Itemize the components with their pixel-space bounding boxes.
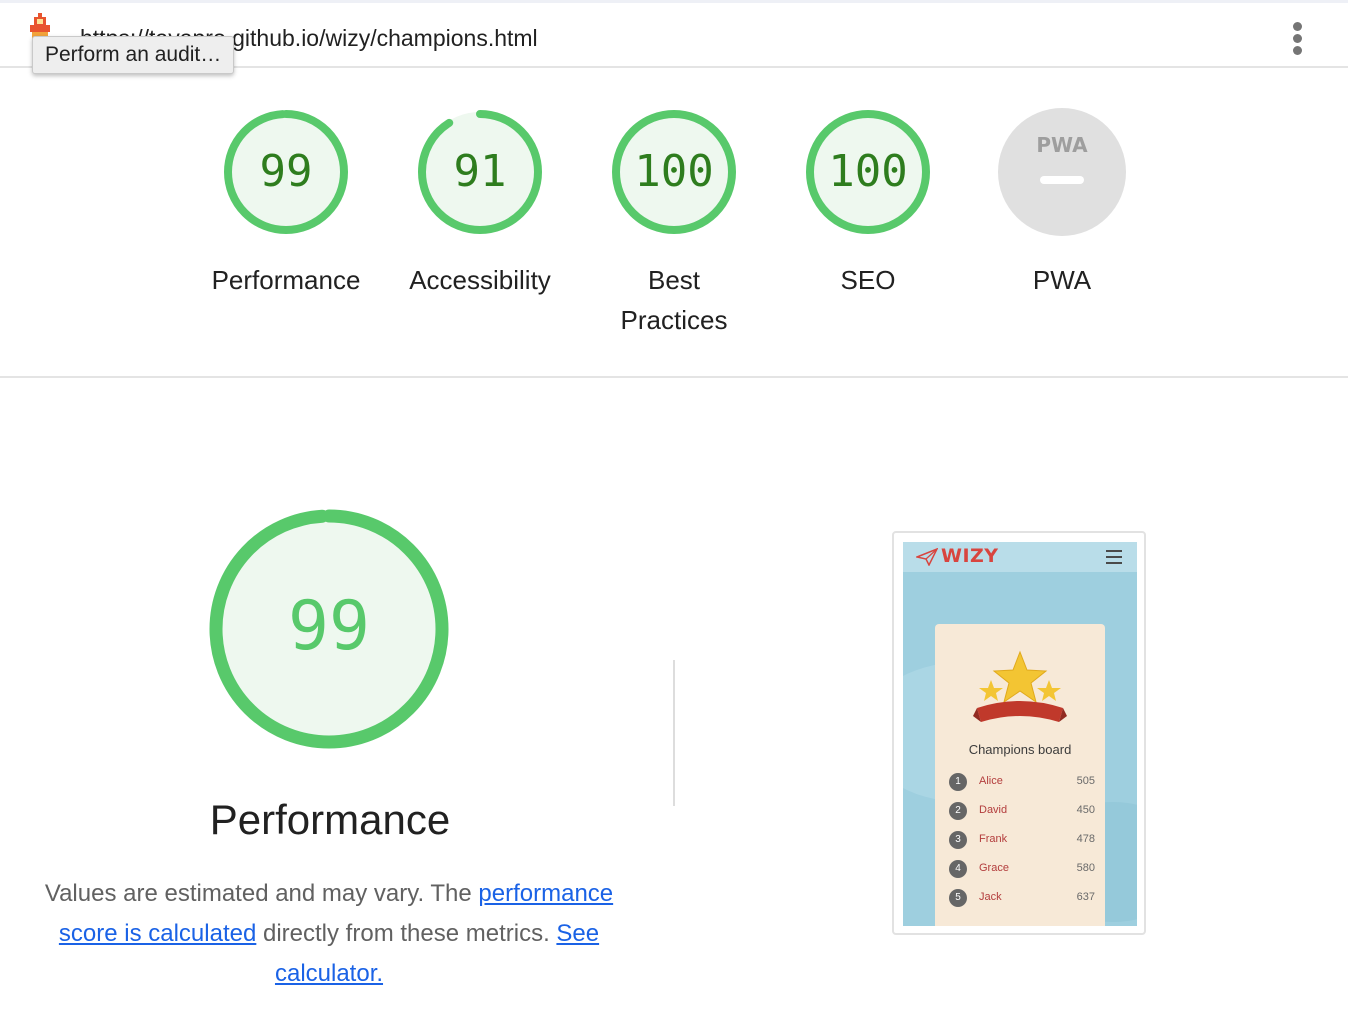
pwa-badge-icon: PWA — [998, 108, 1126, 236]
champions-board-title: Champions board — [968, 742, 1072, 757]
desc-text-1: Values are estimated and may vary. The — [44, 880, 479, 907]
player-score: 505 — [1076, 775, 1095, 787]
star-trophy-icon — [973, 650, 1067, 722]
player-name: Frank — [979, 833, 1008, 845]
rank-badge: 1 — [949, 773, 967, 791]
gauge-seo-ring: 100 — [806, 110, 930, 234]
gauge-pwa[interactable]: PWA PWA — [962, 106, 1162, 300]
leaderboard-row: 1 Alice 505 — [949, 772, 1095, 792]
gauge-accessibility-score: 91 — [454, 146, 507, 197]
performance-summary-score: 99 — [288, 587, 370, 666]
player-score: 580 — [1076, 862, 1095, 874]
gauge-best-practices-label: Best Practices — [620, 265, 728, 335]
performance-summary-title: Performance — [209, 796, 451, 843]
gauge-best-practices-score: 100 — [634, 146, 713, 197]
gauge-performance-ring: 99 — [224, 110, 348, 234]
gauge-performance-label: Performance — [211, 265, 361, 295]
gauge-best-practices-ring: 100 — [612, 110, 736, 234]
gauge-seo-label: SEO — [840, 265, 896, 295]
rank-badge: 2 — [949, 802, 967, 820]
leaderboard-row: 4 Grace 580 — [949, 859, 1095, 879]
performance-description: Values are estimated and may vary. The p… — [32, 874, 626, 994]
gauge-seo[interactable]: 100 SEO — [768, 106, 968, 300]
gauge-best-practices[interactable]: 100 Best Practices — [574, 106, 774, 340]
final-screenshot[interactable]: WIZY Champions board 1 Alice 505 2 David… — [892, 531, 1146, 935]
rank-badge: 5 — [949, 889, 967, 907]
performance-summary-gauge: 99 — [209, 509, 449, 749]
pwa-badge-text: PWA — [1036, 133, 1088, 157]
gauge-performance[interactable]: 99 Performance — [186, 106, 386, 300]
player-name: Jack — [979, 891, 1002, 903]
leaderboard-row: 2 David 450 — [949, 801, 1095, 821]
rank-badge: 4 — [949, 860, 967, 878]
wizy-logo: WIZY — [941, 545, 999, 567]
gauge-seo-score: 100 — [828, 146, 907, 197]
screenshot-viewport: WIZY Champions board 1 Alice 505 2 David… — [903, 542, 1137, 926]
paper-plane-icon — [916, 548, 938, 566]
player-score: 637 — [1076, 891, 1095, 903]
gauge-accessibility[interactable]: 91 Accessibility — [380, 106, 580, 300]
player-name: David — [979, 804, 1008, 816]
screenshot-navbar: WIZY — [903, 542, 1137, 572]
player-name: Alice — [979, 775, 1003, 787]
gauge-accessibility-ring: 91 — [418, 110, 542, 234]
player-score: 478 — [1076, 833, 1095, 845]
leaderboard-row: 5 Jack 637 — [949, 888, 1095, 908]
player-name: Grace — [979, 862, 1009, 874]
desc-text-2: directly from these metrics. — [256, 920, 557, 947]
gauge-accessibility-label: Accessibility — [409, 265, 551, 295]
leaderboard-row: 3 Frank 478 — [949, 830, 1095, 850]
audit-tooltip: Perform an audit… — [32, 36, 235, 74]
rank-badge: 3 — [949, 831, 967, 849]
gauge-performance-score: 99 — [260, 146, 313, 197]
vertical-divider — [673, 660, 675, 806]
more-vert-icon[interactable] — [1286, 19, 1310, 59]
player-score: 450 — [1076, 804, 1095, 816]
hamburger-menu-icon — [1106, 550, 1122, 564]
section-divider — [0, 376, 1348, 378]
champions-card: Champions board 1 Alice 505 2 David 450 … — [935, 624, 1105, 926]
gauge-pwa-label: PWA — [1032, 265, 1092, 295]
